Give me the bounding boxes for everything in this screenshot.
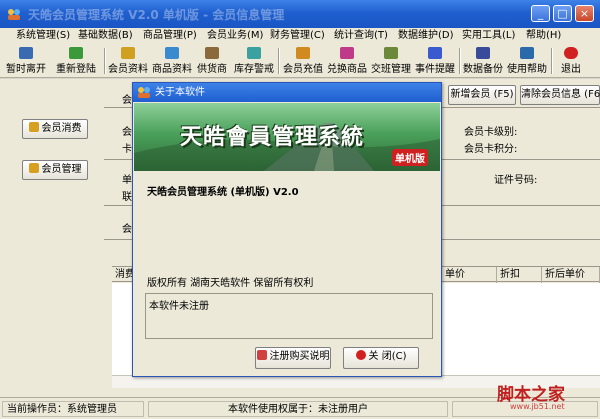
member-consume-button[interactable]: 会员消费	[22, 119, 88, 139]
tool-goods-info[interactable]: 商品资料	[150, 47, 194, 77]
close-icon	[355, 350, 366, 360]
toolbar-separator	[278, 48, 280, 74]
watermark-url: www.jb51.net	[510, 402, 565, 411]
backup-icon	[476, 47, 490, 59]
field-fragment: 会	[122, 127, 132, 138]
goods-icon	[165, 47, 179, 59]
tool-shift[interactable]: 交班管理	[369, 47, 413, 77]
column-header[interactable]: 折后单价	[542, 267, 600, 283]
menu-statistics[interactable]: 统计查询(T)	[334, 29, 388, 43]
tool-leave[interactable]: 暂时离开	[4, 47, 48, 77]
window-title: 天皓会员管理系统 V2.0 单机版 - 会员信息管理	[28, 8, 285, 22]
recharge-icon	[296, 47, 310, 59]
dialog-title-bar[interactable]: 关于本软件	[133, 83, 441, 102]
registration-status: 本软件未注册	[149, 301, 209, 312]
card-level-label: 会员卡级别:	[464, 127, 518, 138]
edition-badge: 单机版	[392, 149, 428, 166]
field-fragment: 联	[122, 192, 132, 203]
toolbar: 暂时离开 重新登陆 会员资料 商品资料 供货商 库存警戒 会员充值 兑换商品 交…	[0, 44, 600, 78]
tool-member-info[interactable]: 会员资料	[106, 47, 150, 77]
tool-exchange[interactable]: 兑换商品	[325, 47, 369, 77]
close-window-button[interactable]: ×	[575, 5, 594, 22]
field-fragment: 单	[122, 175, 132, 186]
field-fragment: 会	[122, 224, 132, 235]
toolbar-separator	[551, 48, 553, 74]
menu-help[interactable]: 帮助(H)	[526, 29, 561, 43]
product-banner: 天皓會員管理系統 单机版	[134, 103, 440, 171]
column-header[interactable]: 折扣	[497, 267, 542, 283]
id-number-label: 证件号码:	[494, 175, 538, 186]
shift-icon	[384, 47, 398, 59]
menu-goods[interactable]: 商品管理(P)	[143, 29, 197, 43]
stock-alert-icon	[247, 47, 261, 59]
minimize-button[interactable]: _	[531, 5, 550, 22]
clear-member-button[interactable]: 清除会员信息 (F6	[520, 85, 600, 105]
tool-reminder[interactable]: 事件提醒	[413, 47, 457, 77]
dialog-app-icon	[138, 87, 150, 98]
tool-exit[interactable]: 退出	[558, 47, 584, 77]
member-manage-button[interactable]: 会员管理	[22, 160, 88, 180]
tool-help[interactable]: 使用帮助	[505, 47, 549, 77]
menu-data-maintenance[interactable]: 数据维护(D)	[398, 29, 454, 43]
consume-icon	[28, 122, 39, 132]
registration-status-box: 本软件未注册	[145, 293, 433, 339]
copyright-text: 版权所有 湖南天皓软件 保留所有权利	[147, 278, 314, 289]
column-header[interactable]: 单价	[442, 267, 497, 283]
tool-backup[interactable]: 数据备份	[461, 47, 505, 77]
banner-title: 天皓會員管理系統	[180, 124, 365, 150]
new-member-button[interactable]: 新增会员 (F5)	[448, 85, 516, 105]
field-fragment: 卡	[122, 144, 132, 155]
minimize-icon: _	[537, 7, 544, 20]
tool-recharge[interactable]: 会员充值	[281, 47, 325, 77]
menu-member-business[interactable]: 会员业务(M)	[207, 29, 263, 43]
field-fragment: 会	[122, 95, 132, 106]
license-status: 本软件使用权属于：未注册用户	[148, 401, 448, 417]
about-dialog: 关于本软件 天皓會員管理系統 单机版 天皓会员管理系统 (单机版) V2.0 版…	[132, 82, 442, 377]
maximize-button[interactable]: □	[553, 5, 572, 22]
login-icon	[69, 47, 83, 59]
maximize-icon: □	[557, 7, 568, 20]
exit-icon	[564, 47, 578, 59]
product-version: 天皓会员管理系统 (单机版) V2.0	[147, 187, 299, 198]
dialog-title: 关于本软件	[155, 87, 205, 98]
register-purchase-button[interactable]: 注册购买说明	[255, 347, 331, 369]
menu-system[interactable]: 系统管理(S)	[16, 29, 70, 43]
app-icon	[8, 9, 20, 20]
leave-icon	[19, 47, 33, 59]
reminder-icon	[428, 47, 442, 59]
exchange-icon	[340, 47, 354, 59]
supplier-icon	[205, 47, 219, 59]
menu-bar: 系统管理(S) 基础数据(B) 商品管理(P) 会员业务(M) 财务管理(C) …	[0, 28, 600, 44]
dialog-close-button[interactable]: 关 闭(C)	[343, 347, 419, 369]
menu-basic-data[interactable]: 基础数据(B)	[78, 29, 133, 43]
operator-status: 当前操作员：系统管理员	[2, 401, 144, 417]
register-icon	[256, 350, 267, 360]
tool-relogin[interactable]: 重新登陆	[52, 47, 100, 77]
tool-stock-alert[interactable]: 库存警戒	[232, 47, 276, 77]
card-points-label: 会员卡积分:	[464, 144, 518, 155]
title-bar[interactable]: 天皓会员管理系统 V2.0 单机版 - 会员信息管理 _ □ ×	[0, 0, 600, 28]
close-icon: ×	[579, 7, 590, 20]
manage-icon	[28, 163, 39, 173]
member-info-icon	[121, 47, 135, 59]
menu-finance[interactable]: 财务管理(C)	[270, 29, 325, 43]
tool-supplier[interactable]: 供货商	[194, 47, 230, 77]
help-icon	[520, 47, 534, 59]
left-panel: 会员消费 会员管理	[0, 79, 104, 397]
menu-tools[interactable]: 实用工具(L)	[462, 29, 515, 43]
